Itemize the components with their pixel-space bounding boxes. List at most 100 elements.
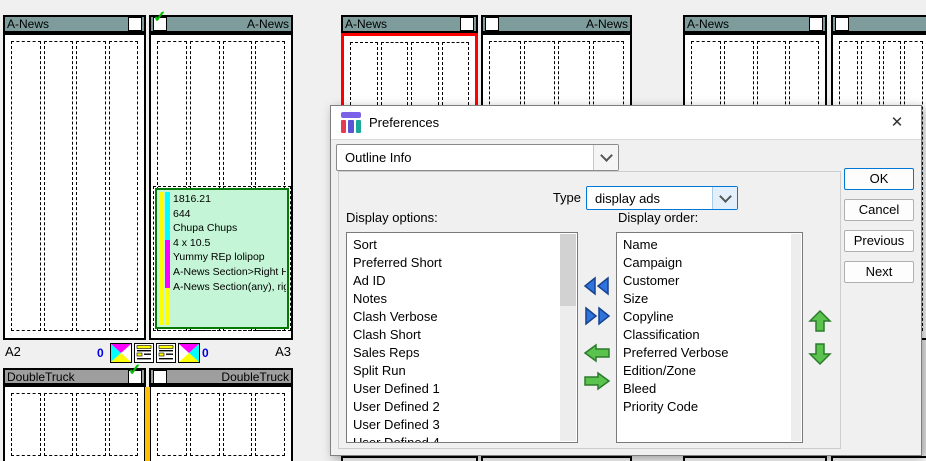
- ad-info-line: Yummy REp lolipop: [173, 250, 286, 265]
- display-option-item[interactable]: User Defined 2: [347, 398, 577, 416]
- page-strip[interactable]: [683, 456, 827, 461]
- display-option-item[interactable]: User Defined 1: [347, 380, 577, 398]
- display-option-item[interactable]: Clash Short: [347, 326, 577, 344]
- display-order-listbox[interactable]: NameCampaignCustomerSizeCopylineClassifi…: [616, 232, 803, 443]
- display-order-label: Display order:: [618, 210, 698, 225]
- ad-info-line: Chupa Chups: [173, 221, 286, 236]
- check-icon: ✓: [128, 363, 141, 379]
- chevron-down-icon[interactable]: [593, 145, 618, 170]
- chevron-down-icon[interactable]: [712, 187, 737, 209]
- move-down-icon[interactable]: [808, 342, 832, 366]
- page-name: A-News: [345, 17, 387, 31]
- page-checkbox[interactable]: [485, 17, 499, 31]
- page-header-doubletruck-left[interactable]: DoubleTruck ✓: [3, 368, 146, 385]
- display-order-item[interactable]: Name: [617, 236, 802, 254]
- options-scrollbar[interactable]: [560, 234, 576, 441]
- display-order-item[interactable]: Size: [617, 290, 802, 308]
- preference-section-select[interactable]: Outline Info: [336, 144, 619, 171]
- display-option-item[interactable]: Notes: [347, 290, 577, 308]
- page-strip[interactable]: [831, 456, 926, 461]
- ad-color-strip-cmy: [165, 192, 170, 325]
- page-header-a2[interactable]: A-News: [3, 15, 146, 33]
- page-checkbox[interactable]: ✓: [128, 370, 142, 384]
- display-order-item[interactable]: Preferred Verbose: [617, 344, 802, 362]
- left-ad-count: 0: [97, 346, 104, 360]
- move-all-right-icon[interactable]: [583, 306, 611, 326]
- display-order-item[interactable]: Bleed: [617, 380, 802, 398]
- page-header-doubletruck-right[interactable]: DoubleTruck: [149, 368, 293, 385]
- section-select-value: Outline Info: [337, 145, 593, 170]
- page-name: A-News: [7, 17, 49, 31]
- display-option-item[interactable]: Sales Reps: [347, 344, 577, 362]
- type-select[interactable]: display ads: [586, 186, 738, 210]
- previous-button[interactable]: Previous: [844, 230, 914, 252]
- display-order-item[interactable]: Priority Code: [617, 398, 802, 416]
- page-proof-right-icon[interactable]: [156, 343, 176, 368]
- ad-info-line: A-News Section(any), right p: [173, 280, 286, 295]
- ad-info-line: 644: [173, 207, 286, 222]
- page-label-a2: A2: [5, 344, 21, 359]
- page-name: A-News: [687, 17, 729, 31]
- ok-button[interactable]: OK: [844, 168, 914, 190]
- page-header-a6[interactable]: A-News: [683, 15, 827, 33]
- page-checkbox[interactable]: [460, 17, 474, 31]
- cancel-button[interactable]: Cancel: [844, 199, 914, 221]
- ad-info-line: 1816.21: [173, 192, 286, 207]
- page-checkbox[interactable]: ✓: [153, 17, 167, 31]
- display-order-item[interactable]: Copyline: [617, 308, 802, 326]
- page-strip[interactable]: [341, 456, 478, 461]
- move-right-icon[interactable]: [583, 371, 611, 391]
- ad-info-text: 1816.21644Chupa Chups4 x 10.5Yummy REp l…: [173, 192, 286, 294]
- next-button[interactable]: Next: [844, 261, 914, 283]
- ad-info-line: A-News Section>Right Hand: [173, 265, 286, 280]
- display-option-item[interactable]: Ad ID: [347, 272, 577, 290]
- display-option-item[interactable]: Clash Verbose: [347, 308, 577, 326]
- ad-block-chupa-chups[interactable]: 1816.21644Chupa Chups4 x 10.5Yummy REp l…: [155, 188, 289, 329]
- page-strip[interactable]: [481, 456, 632, 461]
- type-label: Type: [541, 190, 581, 205]
- page-name: A-News: [586, 17, 628, 31]
- display-order-item[interactable]: Customer: [617, 272, 802, 290]
- ad-color-strip-yellow: [160, 192, 164, 325]
- preferences-dialog: Preferences ✕ Outline Info Type display …: [330, 105, 922, 456]
- page-header-a7[interactable]: [831, 15, 926, 33]
- close-icon[interactable]: ✕: [885, 111, 909, 135]
- page-checkbox[interactable]: [835, 17, 849, 31]
- page-checkbox[interactable]: [153, 370, 167, 384]
- dialog-title: Preferences: [369, 115, 439, 130]
- ad-info-line: 4 x 10.5: [173, 236, 286, 251]
- display-option-item[interactable]: Split Run: [347, 362, 577, 380]
- display-options-listbox[interactable]: SortPreferred ShortAd IDNotesClash Verbo…: [346, 232, 578, 443]
- page-header-a5[interactable]: A-News: [481, 15, 632, 33]
- display-option-item[interactable]: Preferred Short: [347, 254, 577, 272]
- page-name: DoubleTruck: [7, 370, 75, 384]
- move-up-icon[interactable]: [808, 309, 832, 333]
- display-order-item[interactable]: Edition/Zone: [617, 362, 802, 380]
- page-thumbnail-a2[interactable]: [3, 33, 146, 340]
- scrollbar-thumb[interactable]: [560, 234, 576, 306]
- dialog-titlebar[interactable]: Preferences ✕: [331, 106, 921, 140]
- page-name: A-News: [247, 17, 289, 31]
- page-thumbnail-doubletruck-right[interactable]: [149, 385, 293, 461]
- column-guides: [11, 393, 138, 456]
- display-order-item[interactable]: Campaign: [617, 254, 802, 272]
- page-thumbnail-doubletruck-left[interactable]: [3, 385, 146, 461]
- page-checkbox[interactable]: [809, 17, 823, 31]
- page-name: DoubleTruck: [221, 370, 289, 384]
- page-header-a3[interactable]: ✓ A-News: [149, 15, 293, 33]
- page-header-a4[interactable]: A-News: [341, 15, 478, 33]
- display-option-item[interactable]: Sort: [347, 236, 577, 254]
- right-ad-count: 0: [202, 346, 209, 360]
- move-all-left-icon[interactable]: [583, 276, 611, 296]
- gutter-marker-bar: [145, 387, 150, 461]
- order-scrollbar[interactable]: [791, 234, 801, 441]
- cmyk-separations-right-icon[interactable]: [178, 343, 200, 368]
- column-guides: [157, 393, 285, 456]
- check-icon: ✓: [153, 10, 166, 26]
- display-option-item[interactable]: User Defined 3: [347, 416, 577, 434]
- display-option-item[interactable]: User Defined 4: [347, 434, 577, 443]
- move-left-icon[interactable]: [583, 343, 611, 363]
- page-checkbox[interactable]: [128, 17, 142, 31]
- display-order-item[interactable]: Classification: [617, 326, 802, 344]
- display-options-label: Display options:: [346, 210, 438, 225]
